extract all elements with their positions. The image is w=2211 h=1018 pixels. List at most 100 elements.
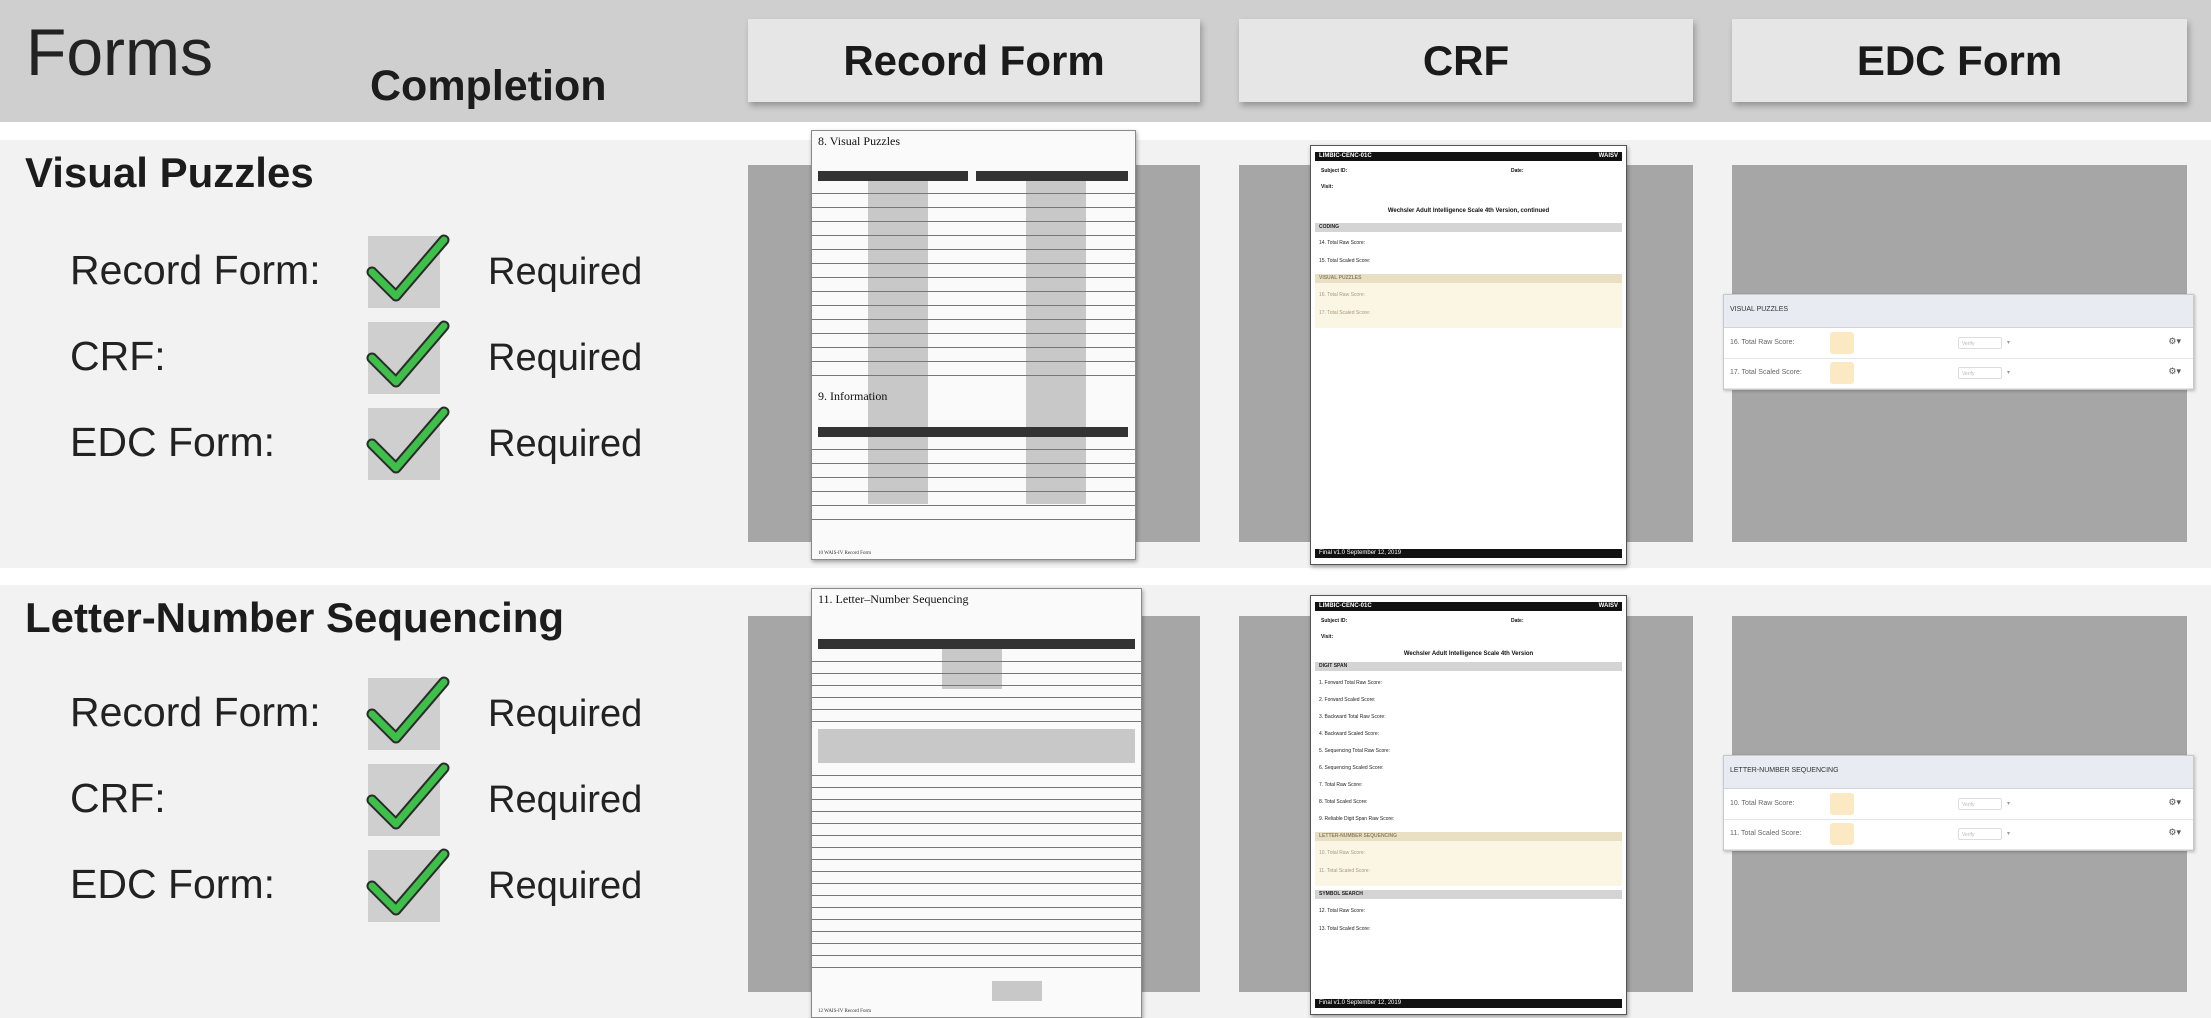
table-header	[818, 171, 968, 181]
crf-field: 9. Reliable Digit Span Raw Score:	[1319, 816, 1395, 822]
score-box	[992, 981, 1042, 1001]
requirement-status: Required	[488, 693, 643, 735]
table-header	[976, 171, 1128, 181]
edc-form[interactable]: VISUAL PUZZLES 16. Total Raw Score: Veri…	[1723, 294, 2194, 390]
edc-section-title: VISUAL PUZZLES	[1730, 306, 1789, 313]
crf-field: 5. Sequencing Total Raw Score:	[1319, 748, 1391, 754]
crf-header-right: WAISV	[1598, 603, 1618, 609]
shaded-row-block	[818, 729, 1135, 763]
checkbox[interactable]	[366, 234, 450, 308]
record-form-footer: 12 WAIS-IV Record Form	[818, 1009, 872, 1014]
column-header-crf: CRF	[1239, 19, 1693, 102]
verify-select[interactable]: Verify	[1958, 798, 2002, 810]
crf-field: 12. Total Raw Score:	[1319, 908, 1366, 914]
shaded-column	[868, 181, 928, 504]
visit-label: Visit:	[1321, 634, 1334, 640]
verify-select[interactable]: Verify	[1958, 367, 2002, 379]
chevron-down-icon[interactable]: ▾	[2007, 830, 2010, 837]
edc-field-row: 17. Total Scaled Score: Verify ▾ ⚙▾	[1724, 358, 2193, 389]
crf-field: 6. Sequencing Scaled Score:	[1319, 765, 1384, 771]
edc-section-title: LETTER-NUMBER SEQUENCING	[1730, 767, 1839, 774]
crf-section-header: CODING	[1315, 223, 1622, 232]
verify-select[interactable]: Verify	[1958, 337, 2002, 349]
section-title: Letter-Number Sequencing	[25, 594, 565, 641]
crf-field: 11. Total Scaled Score:	[1319, 868, 1370, 874]
record-form-footer: 10 WAIS-IV Record Form	[818, 551, 872, 556]
crf-scale-title: Wechsler Adult Intelligence Scale 4th Ve…	[1387, 208, 1550, 214]
date-label: Date:	[1511, 618, 1524, 624]
checkbox[interactable]	[366, 676, 450, 750]
checkbox[interactable]	[366, 320, 450, 394]
crf-field: 14. Total Raw Score:	[1319, 240, 1366, 246]
check-icon	[366, 406, 450, 474]
subject-id-label: Subject ID:	[1321, 618, 1348, 624]
page-title: Forms	[26, 15, 213, 89]
crf-header-left: LIMBIC-CENC-01C	[1319, 603, 1372, 609]
chevron-down-icon[interactable]: ▾	[2007, 369, 2010, 376]
crf-section-header: SYMBOL SEARCH	[1315, 890, 1622, 899]
crf-header-bar: LIMBIC-CENC-01C WAISV	[1315, 602, 1622, 611]
edc-section-header: LETTER-NUMBER SEQUENCING	[1724, 756, 2193, 789]
crf-section-label: SYMBOL SEARCH	[1319, 891, 1363, 897]
completion-heading: Completion	[370, 62, 607, 110]
crf-field: 10. Total Raw Score:	[1319, 850, 1366, 856]
checkbox[interactable]	[366, 406, 450, 480]
checkbox[interactable]	[366, 762, 450, 836]
gear-icon[interactable]: ⚙▾	[2168, 827, 2181, 838]
chevron-down-icon[interactable]: ▾	[2007, 800, 2010, 807]
requirement-status: Required	[488, 423, 643, 465]
crf-scale-title: Wechsler Adult Intelligence Scale 4th Ve…	[1403, 651, 1534, 657]
gear-icon[interactable]: ⚙▾	[2168, 336, 2181, 347]
edc-form[interactable]: LETTER-NUMBER SEQUENCING 10. Total Raw S…	[1723, 755, 2194, 851]
check-icon	[366, 762, 450, 830]
crf-field: 7. Total Raw Score:	[1319, 782, 1363, 788]
crf-section-label: DIGIT SPAN	[1319, 663, 1348, 669]
crf-footer: Final v1.0 September 12, 2019	[1319, 550, 1402, 556]
crf-field: 16. Total Raw Score:	[1319, 292, 1366, 298]
crf-section-header: LETTER-NUMBER SEQUENCING	[1315, 832, 1622, 841]
record-form-second-title: 9. Information	[818, 389, 888, 403]
crf-section-header: VISUAL PUZZLES	[1315, 274, 1622, 283]
crf-header-right: WAISV	[1598, 153, 1618, 159]
gear-icon[interactable]: ⚙▾	[2168, 797, 2181, 808]
crf-field: 2. Forward Scaled Score:	[1319, 697, 1376, 703]
crf-page[interactable]: LIMBIC-CENC-01C WAISV Subject ID: Date: …	[1310, 145, 1627, 565]
edc-field-label: 10. Total Raw Score:	[1730, 800, 1795, 807]
crf-header-left: LIMBIC-CENC-01C	[1319, 153, 1372, 159]
column-header-record-form: Record Form	[748, 19, 1200, 102]
requirement-status: Required	[488, 337, 643, 379]
requirement-label: Record Form:	[70, 689, 321, 735]
edc-section-header: VISUAL PUZZLES	[1724, 295, 2193, 328]
edc-field-row: 11. Total Scaled Score: Verify ▾ ⚙▾	[1724, 819, 2193, 850]
record-form-title: 11. Letter–Number Sequencing	[818, 592, 969, 606]
score-input[interactable]	[1830, 332, 1854, 354]
crf-page[interactable]: LIMBIC-CENC-01C WAISV Subject ID: Date: …	[1310, 595, 1627, 1015]
check-icon	[366, 676, 450, 744]
verify-select[interactable]: Verify	[1958, 828, 2002, 840]
requirement-label: EDC Form:	[70, 861, 275, 907]
check-icon	[366, 848, 450, 916]
crf-footer-bar: Final v1.0 September 12, 2019	[1315, 999, 1622, 1008]
crf-section-label: VISUAL PUZZLES	[1319, 275, 1362, 281]
table-header	[818, 639, 1135, 649]
checkbox[interactable]	[366, 848, 450, 922]
record-form-page[interactable]: 8. Visual Puzzles 9. Information 10 WAIS…	[811, 130, 1136, 560]
record-form-page[interactable]: 11. Letter–Number Sequencing 12 WAIS-IV …	[811, 588, 1142, 1018]
date-label: Date:	[1511, 168, 1524, 174]
requirement-label: Record Form:	[70, 247, 321, 293]
requirement-label: CRF:	[70, 333, 166, 379]
score-input[interactable]	[1830, 362, 1854, 384]
edc-field-row: 16. Total Raw Score: Verify ▾ ⚙▾	[1724, 328, 2193, 359]
score-input[interactable]	[1830, 823, 1854, 845]
crf-section-label: CODING	[1319, 224, 1339, 230]
edc-field-label: 11. Total Scaled Score:	[1730, 830, 1802, 837]
gear-icon[interactable]: ⚙▾	[2168, 366, 2181, 377]
score-input[interactable]	[1830, 793, 1854, 815]
visit-label: Visit:	[1321, 184, 1334, 190]
crf-section-label: LETTER-NUMBER SEQUENCING	[1319, 833, 1398, 839]
chevron-down-icon[interactable]: ▾	[2007, 339, 2010, 346]
edc-field-row: 10. Total Raw Score: Verify ▾ ⚙▾	[1724, 789, 2193, 820]
crf-field: 13. Total Scaled Score:	[1319, 926, 1371, 932]
crf-footer: Final v1.0 September 12, 2019	[1319, 1000, 1402, 1006]
requirement-status: Required	[488, 779, 643, 821]
